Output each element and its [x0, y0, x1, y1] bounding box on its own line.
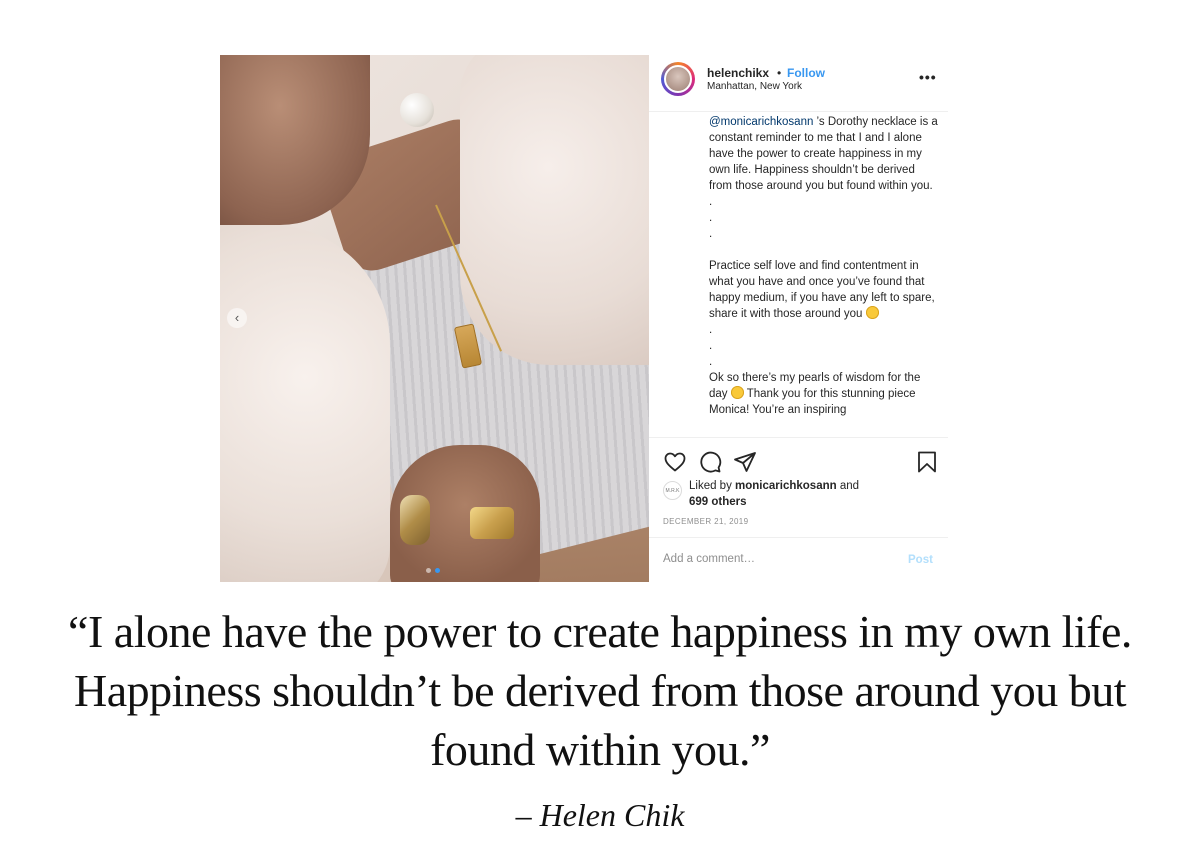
- header-separator: •: [777, 66, 782, 80]
- caption-dot: .: [709, 196, 713, 208]
- photo-ring: [400, 495, 430, 545]
- post-date[interactable]: DECEMBER 21, 2019: [663, 517, 749, 526]
- comment-icon[interactable]: [698, 450, 722, 474]
- post-comment-button[interactable]: Post: [908, 554, 933, 566]
- post-side-panel: helenchikx • Follow Manhattan, New York …: [649, 55, 948, 582]
- location-link[interactable]: Manhattan, New York: [707, 81, 802, 92]
- caption-dot: .: [709, 340, 713, 352]
- carousel-prev-icon[interactable]: ‹: [227, 308, 247, 328]
- photo-fur-right: [460, 55, 649, 365]
- photo-pearl-earring: [400, 93, 434, 127]
- caption-text: Practice self love and find contentment …: [709, 260, 935, 320]
- others-link[interactable]: 699 others: [689, 496, 747, 508]
- caption-dot: .: [709, 228, 713, 240]
- liker-link[interactable]: monicarichkosann: [735, 480, 837, 492]
- photo-fur-left: [220, 225, 390, 582]
- mention-link[interactable]: @monicarichkosann: [709, 116, 813, 128]
- username-link[interactable]: helenchikx: [707, 66, 769, 80]
- more-options-icon[interactable]: •••: [919, 69, 937, 85]
- avatar[interactable]: [664, 65, 692, 93]
- relieved-face-icon: [865, 306, 879, 319]
- caption-dot: .: [709, 324, 713, 336]
- carousel-indicator: [426, 568, 440, 573]
- comment-bar: Post: [649, 537, 948, 583]
- share-icon[interactable]: [733, 450, 757, 474]
- post-photo[interactable]: ‹: [220, 55, 649, 582]
- smirk-face-icon: [730, 386, 744, 399]
- carousel-dot-active: [435, 568, 440, 573]
- follow-button[interactable]: Follow: [787, 66, 825, 80]
- story-ring[interactable]: [661, 62, 695, 96]
- caption-dot: .: [709, 356, 713, 368]
- likes-prefix: Liked by: [689, 480, 736, 492]
- likes-and: and: [836, 480, 860, 492]
- pull-quote: “I alone have the power to create happin…: [68, 606, 1132, 775]
- instagram-post-embed: ‹ helenchikx • Follow Manhattan, New Yor…: [220, 55, 948, 582]
- liker-avatar[interactable]: M.R.K: [663, 481, 682, 500]
- comment-input[interactable]: [663, 553, 883, 565]
- actions-divider: [649, 437, 948, 438]
- post-header: helenchikx • Follow Manhattan, New York …: [649, 55, 948, 112]
- carousel-dot: [426, 568, 431, 573]
- quote-attribution: – Helen Chik: [515, 797, 685, 833]
- bookmark-icon[interactable]: [915, 450, 939, 474]
- heart-icon[interactable]: [663, 450, 687, 474]
- likes-text: Liked by monicarichkosann and 699 others: [689, 478, 889, 510]
- caption-dot: .: [709, 212, 713, 224]
- post-caption: @monicarichkosann ’s Dorothy necklace is…: [709, 114, 939, 434]
- photo-ring-letter: [470, 507, 514, 539]
